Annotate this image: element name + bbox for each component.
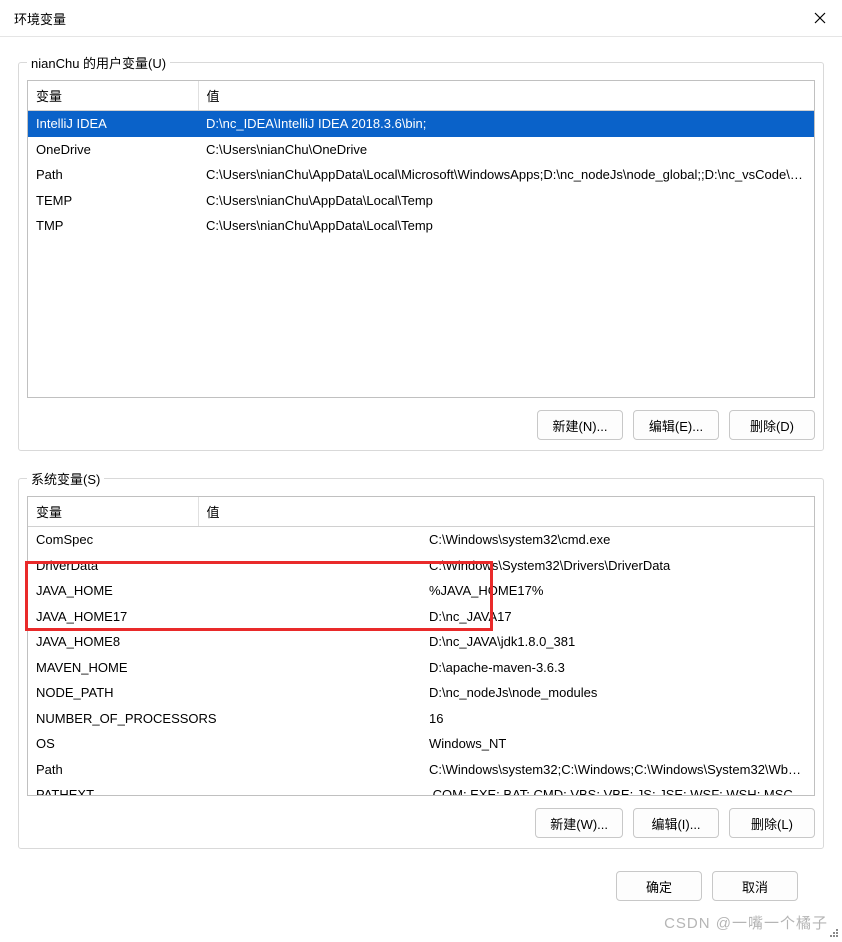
var-name-cell: JAVA_HOME8 [28,629,421,655]
user-col-value[interactable]: 值 [198,81,814,111]
var-value-cell: C:\Users\nianChu\AppData\Local\Temp [198,213,814,239]
sys-new-button[interactable]: 新建(W)... [535,808,623,838]
table-row[interactable]: ComSpecC:\Windows\system32\cmd.exe [28,527,814,553]
dialog-title: 环境变量 [14,9,66,28]
var-name-cell: DriverData [28,553,421,579]
var-name-cell: ComSpec [28,527,421,553]
cancel-button[interactable]: 取消 [712,871,798,901]
user-vars-table: 变量 值 IntelliJ IDEAD:\nc_IDEA\IntelliJ ID… [28,81,814,239]
var-name-cell: PATHEXT [28,782,421,796]
user-vars-legend: nianChu 的用户变量(U) [27,53,170,72]
var-name-cell: TMP [28,213,198,239]
var-value-cell: C:\Windows\system32;C:\Windows;C:\Window… [421,757,814,783]
user-delete-button[interactable]: 删除(D) [729,410,815,440]
table-row[interactable]: JAVA_HOME17D:\nc_JAVA17 [28,604,814,630]
var-name-cell: JAVA_HOME [28,578,421,604]
ok-button[interactable]: 确定 [616,871,702,901]
sys-col-value[interactable]: 值 [198,497,814,527]
var-value-cell: 16 [421,706,814,732]
watermark: CSDN @一嘴一个橘子 [664,912,828,933]
table-row[interactable]: MAVEN_HOMED:\apache-maven-3.6.3 [28,655,814,681]
user-edit-button[interactable]: 编辑(E)... [633,410,719,440]
table-row[interactable]: IntelliJ IDEAD:\nc_IDEA\IntelliJ IDEA 20… [28,111,814,137]
user-new-button[interactable]: 新建(N)... [537,410,623,440]
user-vars-buttons: 新建(N)... 编辑(E)... 删除(D) [27,410,815,440]
table-row[interactable]: PathC:\Windows\system32;C:\Windows;C:\Wi… [28,757,814,783]
user-col-name[interactable]: 变量 [28,81,198,111]
var-value-cell: C:\Users\nianChu\OneDrive [198,137,814,163]
titlebar: 环境变量 [0,0,842,37]
var-name-cell: Path [28,757,421,783]
table-row[interactable]: TMPC:\Users\nianChu\AppData\Local\Temp [28,213,814,239]
table-row[interactable]: PathC:\Users\nianChu\AppData\Local\Micro… [28,162,814,188]
var-name-cell: Path [28,162,198,188]
resize-grip[interactable] [826,925,840,939]
sys-vars-table-wrap[interactable]: 变量 值 ComSpecC:\Windows\system32\cmd.exeD… [27,496,815,796]
sys-delete-button[interactable]: 删除(L) [729,808,815,838]
var-name-cell: NUMBER_OF_PROCESSORS [28,706,421,732]
table-row[interactable]: OSWindows_NT [28,731,814,757]
table-row[interactable]: JAVA_HOME8D:\nc_JAVA\jdk1.8.0_381 [28,629,814,655]
var-name-cell: JAVA_HOME17 [28,604,421,630]
user-vars-table-wrap[interactable]: 变量 值 IntelliJ IDEAD:\nc_IDEA\IntelliJ ID… [27,80,815,398]
system-variables-group: 系统变量(S) 变量 值 ComSpecC:\Windows\system32\… [18,469,824,849]
var-value-cell: C:\Windows\System32\Drivers\DriverData [421,553,814,579]
var-value-cell: C:\Users\nianChu\AppData\Local\Temp [198,188,814,214]
table-row[interactable]: JAVA_HOME%JAVA_HOME17% [28,578,814,604]
table-row[interactable]: TEMPC:\Users\nianChu\AppData\Local\Temp [28,188,814,214]
sys-edit-button[interactable]: 编辑(I)... [633,808,719,838]
sys-vars-table-header: 变量 值 [28,497,814,527]
table-row[interactable]: NUMBER_OF_PROCESSORS16 [28,706,814,732]
close-button[interactable] [808,6,832,30]
table-row[interactable]: PATHEXT.COM;.EXE;.BAT;.CMD;.VBS;.VBE;.JS… [28,782,814,796]
var-value-cell: D:\nc_JAVA17 [421,604,814,630]
var-value-cell: C:\Users\nianChu\AppData\Local\Microsoft… [198,162,814,188]
var-name-cell: MAVEN_HOME [28,655,421,681]
var-value-cell: .COM;.EXE;.BAT;.CMD;.VBS;.VBE;.JS;.JSE;.… [421,782,814,796]
var-name-cell: NODE_PATH [28,680,421,706]
table-row[interactable]: NODE_PATHD:\nc_nodeJs\node_modules [28,680,814,706]
sys-vars-legend: 系统变量(S) [27,469,104,488]
var-value-cell: D:\nc_IDEA\IntelliJ IDEA 2018.3.6\bin; [198,111,814,137]
var-value-cell: D:\apache-maven-3.6.3 [421,655,814,681]
close-icon [814,12,826,24]
var-name-cell: IntelliJ IDEA [28,111,198,137]
var-name-cell: TEMP [28,188,198,214]
var-value-cell: C:\Windows\system32\cmd.exe [421,527,814,553]
var-value-cell: Windows_NT [421,731,814,757]
user-variables-group: nianChu 的用户变量(U) 变量 值 IntelliJ IDEAD:\nc… [18,53,824,451]
var-name-cell: OneDrive [28,137,198,163]
sys-vars-scroll[interactable]: ComSpecC:\Windows\system32\cmd.exeDriver… [28,527,814,796]
dialog-content: nianChu 的用户变量(U) 变量 值 IntelliJ IDEAD:\nc… [0,37,842,901]
dialog-buttons: 确定 取消 [18,867,824,901]
var-value-cell: D:\nc_JAVA\jdk1.8.0_381 [421,629,814,655]
var-name-cell: OS [28,731,421,757]
var-value-cell: %JAVA_HOME17% [421,578,814,604]
sys-vars-buttons: 新建(W)... 编辑(I)... 删除(L) [27,808,815,838]
table-row[interactable]: DriverDataC:\Windows\System32\Drivers\Dr… [28,553,814,579]
sys-vars-table: ComSpecC:\Windows\system32\cmd.exeDriver… [28,527,814,796]
table-row[interactable]: OneDriveC:\Users\nianChu\OneDrive [28,137,814,163]
var-value-cell: D:\nc_nodeJs\node_modules [421,680,814,706]
sys-col-name[interactable]: 变量 [28,497,198,527]
